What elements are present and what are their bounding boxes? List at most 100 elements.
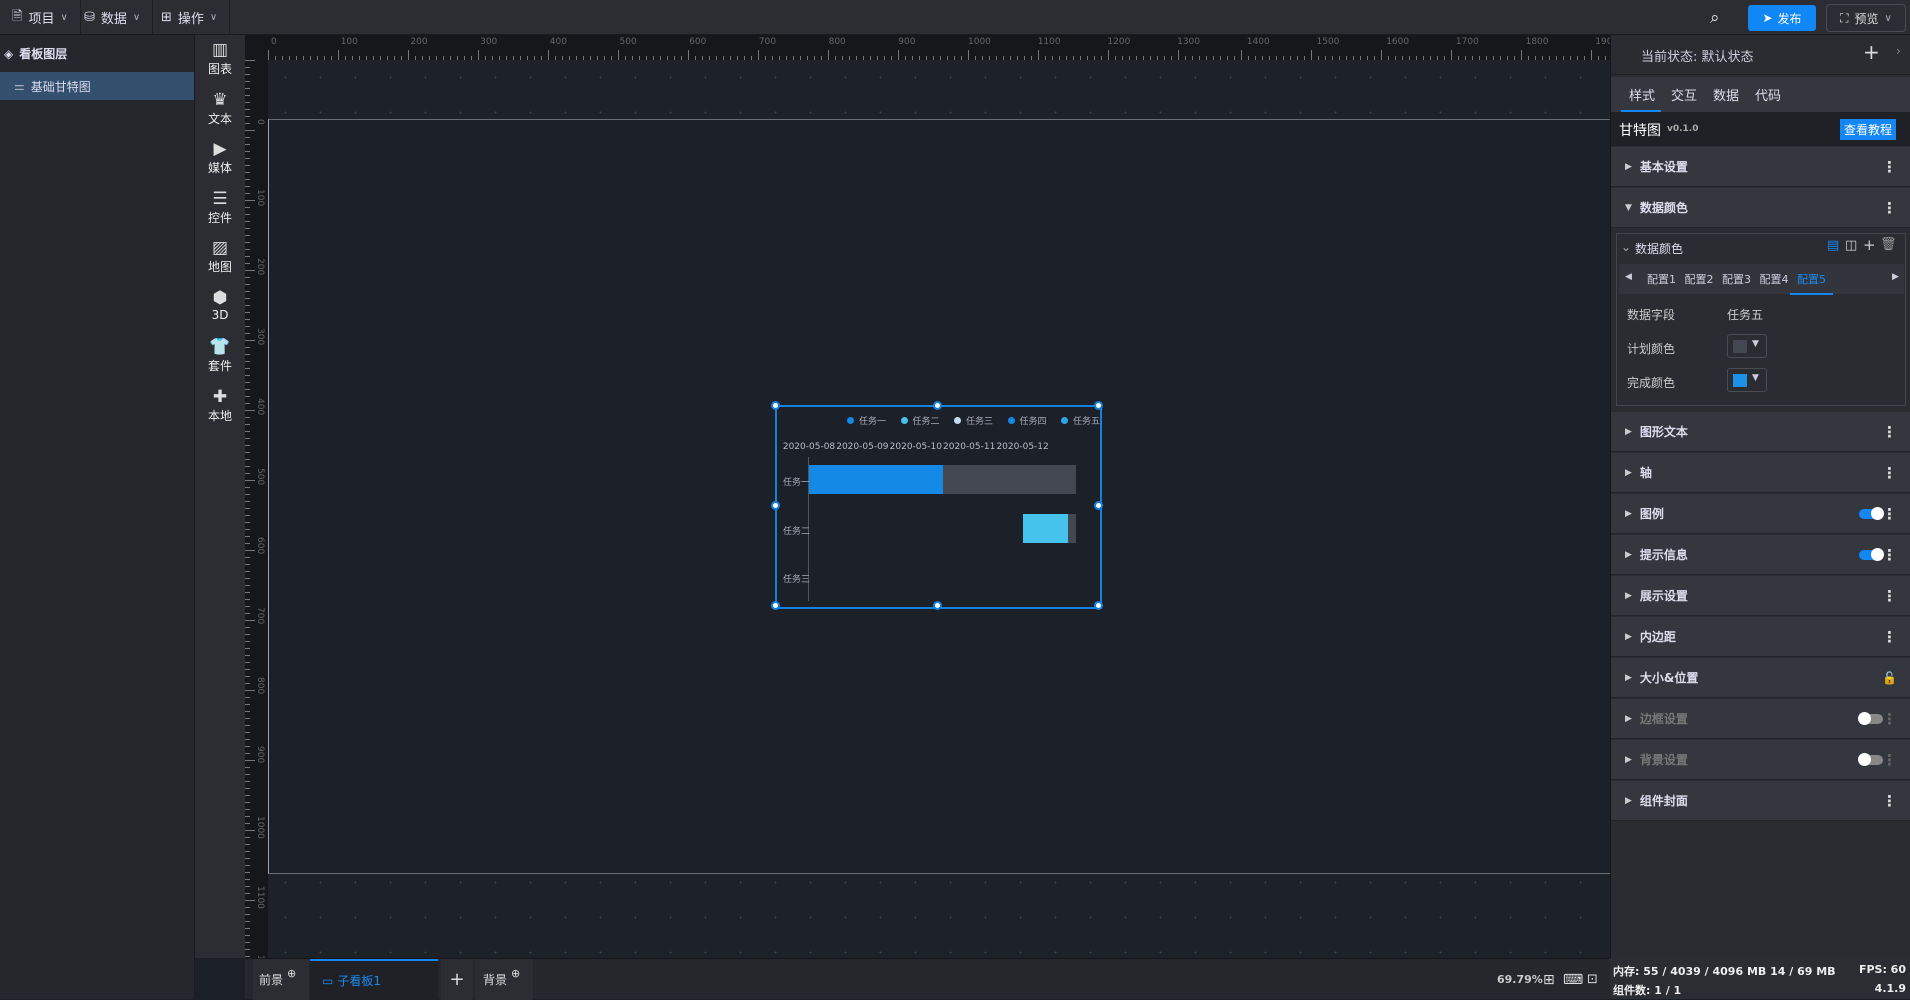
section-8[interactable]: ▶ 背景设置 ⋮ (1611, 740, 1910, 780)
more-icon[interactable]: ⋮ (1882, 628, 1897, 646)
resize-handle[interactable] (1094, 401, 1103, 410)
legend-item[interactable]: 任务四 (1007, 414, 1047, 427)
toggle-on[interactable] (1859, 547, 1884, 561)
section-data-color[interactable]: ▼ 数据颜色 ⋮ (1611, 188, 1910, 228)
add-state-icon[interactable]: + (1863, 40, 1880, 64)
more-icon[interactable]: ⋮ (1882, 792, 1897, 810)
trash-icon[interactable]: 🗑 (1880, 237, 1897, 252)
add-board-button[interactable]: + (441, 959, 473, 1000)
tab-foreground[interactable]: 前景 ⊕ (253, 959, 309, 1000)
toggle-on[interactable] (1859, 506, 1884, 520)
section-4[interactable]: ▶ 展示设置 ⋮ (1611, 576, 1910, 616)
tab-subboard[interactable]: ▭ 子看板1 (310, 959, 438, 1000)
section-1[interactable]: ▶ 轴 ⋮ (1611, 453, 1910, 493)
current-state[interactable]: 当前状态: 默认状态 (1641, 46, 1754, 65)
section-6[interactable]: ▶ 大小&位置 🔓 (1611, 658, 1910, 698)
more-icon[interactable]: ⋮ (1882, 199, 1897, 217)
section-5[interactable]: ▶ 内边距 ⋮ (1611, 617, 1910, 657)
more-icon[interactable]: ⋮ (1882, 464, 1897, 482)
config-tab[interactable]: 配置4 (1760, 271, 1789, 287)
layout-icon[interactable]: ▤ (1827, 238, 1839, 253)
section-basic-settings[interactable]: ▶ 基本设置 ⋮ (1611, 147, 1910, 187)
resize-handle[interactable] (771, 401, 780, 410)
keyboard-icon[interactable]: ⌨ (1563, 959, 1583, 1000)
tab-1[interactable]: 交互 (1671, 85, 1697, 104)
tutorial-button[interactable]: 查看教程 (1840, 119, 1897, 140)
sidebar-item-1[interactable]: ♛ 文本 (195, 90, 245, 127)
config-tab[interactable]: 配置3 (1722, 271, 1751, 287)
section-9[interactable]: ▶ 组件封面 ⋮ (1611, 781, 1910, 821)
config-tab[interactable]: 配置1 (1647, 271, 1676, 287)
sidebar-item-7[interactable]: ✚ 本地 (195, 387, 245, 424)
menu-project[interactable]: 🗎 项目 ∨ (0, 0, 81, 35)
tab-3[interactable]: 代码 (1755, 85, 1781, 104)
add-circle-icon[interactable]: ⊕ (511, 967, 520, 980)
plan-color-picker[interactable]: ▼ (1727, 334, 1767, 358)
chevron-right-icon[interactable]: › (1896, 44, 1901, 58)
config-tab[interactable]: 配置5 (1790, 271, 1833, 295)
resize-handle[interactable] (1094, 501, 1103, 510)
more-icon[interactable]: ⋮ (1882, 751, 1897, 769)
more-icon[interactable]: ⋮ (1882, 546, 1897, 564)
section-2[interactable]: ▶ 图例 ⋮ (1611, 494, 1910, 534)
toggle-off[interactable] (1858, 711, 1883, 725)
section-label: 边框设置 (1639, 712, 1688, 726)
menu-data[interactable]: ⛁ 数据 ∨ (72, 0, 154, 35)
search-icon[interactable]: ⌕ (1710, 8, 1720, 28)
layer-item[interactable]: ⚌ 基础甘特图 (0, 72, 194, 100)
preview-button[interactable]: ⛶ 预览 ∨ (1826, 4, 1906, 32)
add-icon[interactable]: + (1863, 236, 1876, 254)
more-icon[interactable]: ⋮ (1882, 710, 1897, 728)
媒体-icon: ▶ (213, 139, 227, 159)
legend-item[interactable]: 任务五 (1061, 414, 1100, 427)
sidebar-item-3[interactable]: ☰ 控件 (195, 189, 245, 226)
legend-item[interactable]: 任务二 (900, 414, 940, 427)
sidebar-item-6[interactable]: 👕 套件 (195, 337, 245, 374)
menu-operations[interactable]: ⊞ 操作 ∨ (149, 0, 231, 35)
done-color-picker[interactable]: ▼ (1727, 368, 1767, 392)
fit-screen-icon[interactable]: ⊞ (1543, 959, 1555, 1000)
legend-item[interactable]: 任务一 (847, 414, 886, 427)
section-3[interactable]: ▶ 提示信息 ⋮ (1611, 535, 1910, 575)
publish-button[interactable]: ➤ 发布 (1748, 5, 1816, 31)
sidebar-item-0[interactable]: ▥ 图表 (195, 40, 245, 77)
ruler-label: 200 (410, 37, 428, 47)
resize-handle[interactable] (932, 601, 942, 610)
next-arrow-icon[interactable]: ▶ (1892, 272, 1899, 282)
lock-icon[interactable]: 🔓 (1882, 671, 1897, 685)
tab-2[interactable]: 数据 (1713, 85, 1739, 104)
caret-right-icon: ▶ (1625, 467, 1632, 478)
chevron-down-icon[interactable]: ⌄ (1621, 240, 1631, 254)
resize-handle[interactable] (771, 501, 780, 510)
ruler-tick (245, 256, 250, 257)
sidebar-item-2[interactable]: ▶ 媒体 (195, 139, 245, 176)
more-icon[interactable]: ⋮ (1882, 505, 1897, 523)
resize-handle[interactable] (1094, 601, 1103, 610)
gantt-chart-widget[interactable]: 任务一 任务二 任务三 任务四 任务五 2020-05-08 2020-05-09 2020… (771, 401, 1103, 610)
terminal-icon[interactable]: ⊡ (1587, 959, 1598, 1000)
prev-arrow-icon[interactable]: ◀ (1625, 272, 1632, 282)
done-bar[interactable] (1022, 513, 1068, 543)
section-7[interactable]: ▶ 边框设置 ⋮ (1611, 699, 1910, 739)
ruler-tick (245, 263, 250, 264)
done-bar[interactable] (809, 465, 943, 494)
toggle-off[interactable] (1858, 752, 1883, 766)
ruler-tick (245, 648, 250, 649)
config-tab[interactable]: 配置2 (1685, 271, 1714, 287)
split-icon[interactable]: ◫ (1845, 238, 1857, 253)
chevron-down-icon: ∨ (209, 12, 218, 23)
sidebar-item-5[interactable]: ⬢ 3D (195, 288, 245, 322)
ruler-tick (245, 578, 250, 579)
tab-background[interactable]: 背景 ⊕ (475, 959, 533, 1000)
more-icon[interactable]: ⋮ (1882, 587, 1897, 605)
resize-handle[interactable] (932, 401, 942, 410)
tab-0[interactable]: 样式 (1629, 85, 1655, 104)
legend-label: 任务二 (912, 417, 940, 427)
resize-handle[interactable] (771, 601, 780, 610)
add-circle-icon[interactable]: ⊕ (287, 967, 296, 980)
section-0[interactable]: ▶ 图形文本 ⋮ (1611, 412, 1910, 452)
sidebar-item-4[interactable]: ▨ 地图 (195, 238, 245, 275)
more-icon[interactable]: ⋮ (1882, 423, 1897, 441)
more-icon[interactable]: ⋮ (1882, 158, 1897, 176)
legend-item[interactable]: 任务三 (954, 414, 993, 427)
